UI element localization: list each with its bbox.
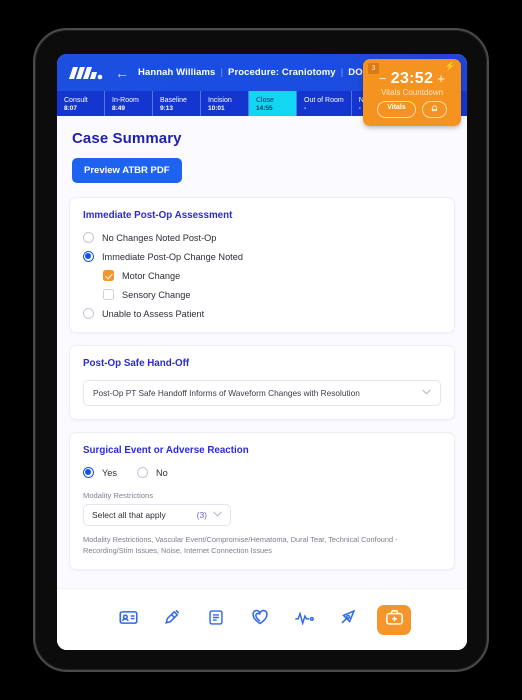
phase-tab-label: Close xyxy=(256,97,274,104)
phase-tab-label: Out of Room xyxy=(304,97,344,104)
checkbox-sensory-change[interactable]: Sensory Change xyxy=(103,289,441,300)
phase-tab-time: 8:07 xyxy=(64,105,78,112)
back-arrow-icon[interactable]: ← xyxy=(115,66,129,80)
tablet-device-frame: ← Hannah Williams | Procedure: Craniotom… xyxy=(33,28,489,672)
phase-tab-time: 14:55 xyxy=(256,105,273,112)
phase-tab-label: Baseline xyxy=(160,97,187,104)
phase-tab-time: 8:49 xyxy=(112,105,126,112)
adverse-section-title: Surgical Event or Adverse Reaction xyxy=(83,445,249,456)
handoff-select[interactable]: Post-Op PT Safe Handoff Informs of Wavef… xyxy=(83,380,441,406)
option-label: No Changes Noted Post-Op xyxy=(102,232,217,243)
radio-unable-to-assess[interactable]: Unable to Assess Patient xyxy=(83,308,441,319)
nav-id-card-button[interactable] xyxy=(113,606,143,633)
post-op-safe-handoff-card: Post-Op Safe Hand-Off Post-Op PT Safe Ha… xyxy=(69,345,455,420)
checkbox-motor-change[interactable]: Motor Change xyxy=(103,270,441,281)
phase-tab-label: Consult xyxy=(64,97,88,104)
radio-immediate-change-noted[interactable]: Immediate Post-Op Change Noted xyxy=(83,251,441,262)
phase-tab-label: Incision xyxy=(208,97,232,104)
radio-adverse-no[interactable]: No xyxy=(137,467,168,478)
main-content: Case Summary Preview ATBR PDF Immediate … xyxy=(57,116,467,650)
checkbox-label: Sensory Change xyxy=(122,289,191,300)
nav-clipboard-button[interactable] xyxy=(201,606,231,633)
assessment-section-title: Immediate Post-Op Assessment xyxy=(83,210,233,221)
phase-tab-in-room[interactable]: In-Room 8:49 xyxy=(105,91,153,116)
immediate-post-op-assessment-card: Immediate Post-Op Assessment No Changes … xyxy=(69,197,455,333)
countdown-actions: Vitals xyxy=(363,101,461,118)
bell-icon[interactable] xyxy=(421,101,447,118)
heart-icon xyxy=(250,608,270,631)
radio-adverse-yes[interactable]: Yes xyxy=(83,467,117,478)
nav-pulse-button[interactable] xyxy=(289,606,319,633)
phase-tab-time: 9:13 xyxy=(160,105,174,112)
nav-medical-bag-button[interactable] xyxy=(377,604,411,635)
radio-icon xyxy=(83,232,94,243)
checkbox-icon-checked xyxy=(103,270,114,281)
nav-syringe-button[interactable] xyxy=(157,606,187,633)
lightning-icon: ⚡ xyxy=(444,61,456,71)
pulse-icon xyxy=(294,610,315,630)
radio-icon-selected xyxy=(83,467,94,478)
checkbox-icon xyxy=(103,289,114,300)
modality-restrictions-select[interactable]: Select all that apply (3) xyxy=(83,504,231,526)
checkbox-label: Motor Change xyxy=(122,270,181,281)
radio-no-changes-noted[interactable]: No Changes Noted Post-Op xyxy=(83,232,441,243)
adverse-yes-no-group: Yes No xyxy=(83,467,441,478)
vitals-countdown-card: 3 ⚡ −23:52 + Vitals Countdown Vitals xyxy=(363,59,461,126)
procedure-label: Procedure: Craniotomy xyxy=(228,67,336,78)
page-title: Case Summary xyxy=(72,130,182,147)
option-label: Yes xyxy=(102,467,117,478)
tablet-screen: ← Hannah Williams | Procedure: Craniotom… xyxy=(57,54,467,650)
radio-icon xyxy=(83,308,94,319)
id-card-icon xyxy=(118,610,138,630)
modality-placeholder: Select all that apply xyxy=(92,510,166,520)
medical-bag-icon xyxy=(385,609,404,631)
option-label: Unable to Assess Patient xyxy=(102,308,205,319)
radio-icon xyxy=(137,467,148,478)
clipboard-icon xyxy=(208,609,224,631)
surgical-event-adverse-reaction-card: Surgical Event or Adverse Reaction Yes N… xyxy=(69,432,455,570)
phase-tab-time: - xyxy=(304,105,307,112)
company-logo xyxy=(67,65,103,81)
pen-tool-icon xyxy=(339,608,357,631)
countdown-time-value: 23:52 xyxy=(390,70,434,87)
countdown-caption: Vitals Countdown xyxy=(380,88,444,97)
countdown-badge: 3 xyxy=(368,63,379,74)
option-label: Immediate Post-Op Change Noted xyxy=(102,251,243,262)
header-separator-2: | xyxy=(340,67,344,78)
modality-selected-count: (3) xyxy=(196,510,207,520)
nav-heart-button[interactable] xyxy=(245,606,275,633)
phase-tab-label: In-Room xyxy=(112,97,139,104)
phase-tab-incision[interactable]: Incision 10:01 xyxy=(201,91,249,116)
preview-atbr-pdf-button[interactable]: Preview ATBR PDF xyxy=(72,158,182,183)
chevron-down-icon xyxy=(213,511,222,519)
phase-tab-close[interactable]: Close 14:55 xyxy=(249,91,297,116)
modality-helper-text: Modality Restrictions, Vascular Event/Co… xyxy=(83,535,398,555)
radio-icon-selected xyxy=(83,251,94,262)
handoff-selected-value: Post-Op PT Safe Handoff Informs of Wavef… xyxy=(93,388,360,398)
header-separator-1: | xyxy=(220,67,224,78)
modality-restrictions-label: Modality Restrictions xyxy=(83,491,154,500)
syringe-icon xyxy=(163,608,181,631)
handoff-section-title: Post-Op Safe Hand-Off xyxy=(83,358,190,369)
nav-pen-tool-button[interactable] xyxy=(333,606,363,633)
phase-tab-baseline[interactable]: Baseline 9:13 xyxy=(153,91,201,116)
option-label: No xyxy=(156,467,168,478)
patient-name: Hannah Williams xyxy=(138,67,216,78)
phase-tab-consult[interactable]: Consult 8:07 xyxy=(57,91,105,116)
countdown-increment-button[interactable]: + xyxy=(433,71,449,86)
vitals-button[interactable]: Vitals xyxy=(377,101,416,118)
phase-tab-out-of-room[interactable]: Out of Room - xyxy=(297,91,352,116)
bottom-navigation-bar xyxy=(57,588,467,650)
chevron-down-icon xyxy=(422,389,431,397)
phase-tab-time: 10:01 xyxy=(208,105,225,112)
